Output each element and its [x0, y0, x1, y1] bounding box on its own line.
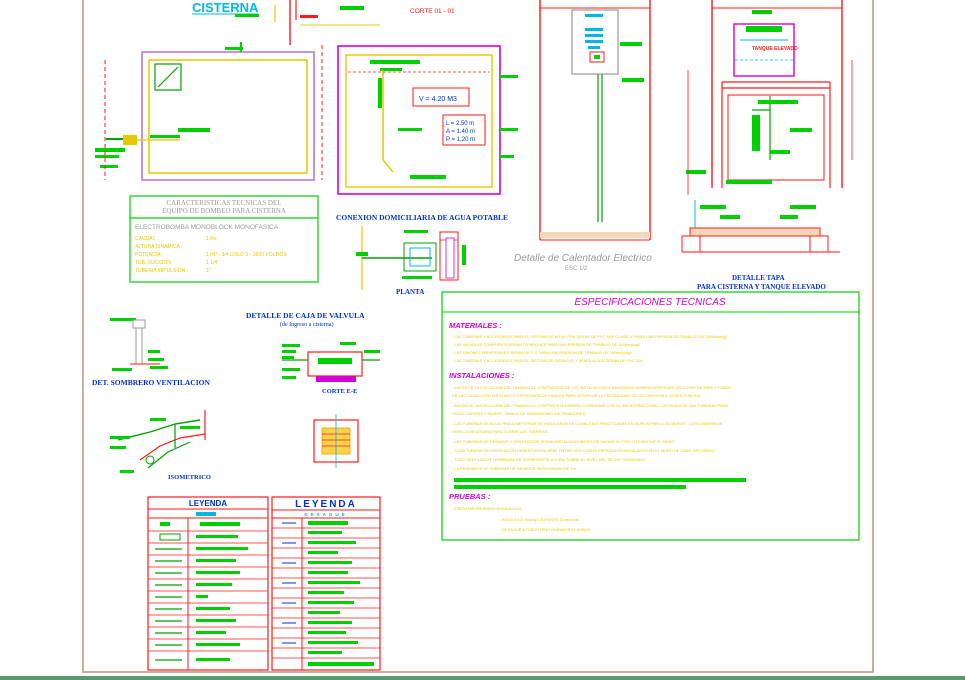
- cisterna-plan: [95, 42, 323, 181]
- spec-succion: TUB. SUCCION :: [135, 260, 174, 266]
- volume-label: V = 4.20 M3: [419, 96, 457, 103]
- leyenda-title-agua: LEYENDA: [189, 499, 227, 508]
- materiales-heading: MATERIALES :: [449, 321, 502, 330]
- caja-valvula-plan: [313, 414, 359, 468]
- materiales-line: - LAS UNIONES UNIVERSALES SERAN DE F.G. …: [452, 350, 632, 355]
- specs-title: ESPECIFICACIONES TECNICAS: [574, 297, 725, 308]
- pruebas-line: - DESAGUE A TUBO LLENO DURANTE 24 HORAS: [500, 527, 591, 532]
- detalle-tapa-title-1: DETALLE TAPA: [732, 274, 785, 282]
- caract-title-1: CARACTERISTICAS TECNICAS DEL: [167, 199, 282, 207]
- spec-caudal: CAUDAL :: [135, 236, 158, 242]
- detalle-tapa: [681, 200, 840, 253]
- calentador-detail: [539, 0, 651, 241]
- detalle-caja-subtitle: (de Ingreso a cisterna): [280, 321, 333, 328]
- leyenda-table-agua: [147, 496, 269, 671]
- especificaciones-panel: [441, 291, 860, 541]
- calentador-scale: ESC 1/2: [565, 266, 588, 272]
- planta-label: PLANTA: [396, 288, 424, 296]
- spec-potencia: POTENCIA :: [135, 252, 163, 258]
- isometrico-label: ISOMETRICO: [168, 474, 211, 481]
- conexion-detail: [356, 226, 466, 290]
- caja-valvula-section: [282, 342, 380, 382]
- instalaciones-line: - LAS TUBERIAS DE AGUA FRIA A EMPOTRAR S…: [452, 421, 723, 426]
- caract-title-2: EQUIPO DE BOMBEO PARA CISTERNA: [162, 207, 286, 215]
- instalaciones-line: - LAS TUBERIAS DE DESAGUE Y VENTILACION …: [452, 439, 674, 444]
- pruebas-line: - AGUA A 100 lb/pulg2 DURANTE 15 minutos: [500, 517, 579, 522]
- instalaciones-line: VIGAS, ZAPATAS Y MUROS , ANALIS DE DIMEN…: [452, 411, 586, 416]
- instalaciones-line: SERA LA NECESARIA PARA CUBRIR LAS TUBERI…: [452, 429, 548, 434]
- tanque-elevado: [686, 0, 853, 195]
- instalaciones-line: - ANTES DE LA EJECUCION DEL TRABAJO EL C…: [452, 403, 728, 408]
- pruebas-heading: PRUEBAS :: [449, 492, 491, 501]
- pruebas-line: - EJECUTAR PRUEBAS HIDRAULICAS: [452, 506, 522, 511]
- spec-succion-value: 1 1/4": [206, 260, 219, 266]
- instalaciones-line: - TODO VENTILADOR TERMINARA EN SOMBRERET…: [452, 457, 645, 462]
- pruebas-lines: - EJECUTAR PRUEBAS HIDRAULICAS - AGUA A …: [452, 506, 591, 532]
- desague-subtitle: DESAGUE: [304, 512, 347, 517]
- instalaciones-line: - TODA TUBERIA DE VENTILACION DEBERA INS…: [452, 448, 715, 453]
- spec-impulsion-value: 1": [206, 268, 211, 274]
- instalaciones-line: DE LAS CAJAS CON LOS PLANOS TOPOGRAFICOS…: [452, 393, 701, 398]
- calentador-title: Detalle de Calentador Electrico: [514, 253, 652, 264]
- dim-a: A = 1.40 m: [446, 129, 475, 135]
- corte-label: CORTE 01 - 01: [410, 8, 455, 15]
- corte-ee-label: CORTE E-E: [322, 388, 357, 395]
- instalaciones-lines: - ANTES DE LA EJECUCION DEL TRABAJO EL C…: [452, 385, 731, 471]
- spec-altura: ALTURA DINAMICA :: [135, 244, 182, 250]
- materiales-line: - LAS VALVULAS COMPUERTA SERAN DE BRONCE…: [452, 342, 640, 347]
- conexion-title: CONEXION DOMICILIARIA DE AGUA POTABLE: [336, 213, 508, 222]
- dim-p: P = 1.20 m: [446, 137, 475, 143]
- sombrero-ventilacion: [110, 318, 168, 371]
- materiales-line: - LAS TUBERIAS Y ACCESORIOS PARA EL SIST…: [452, 358, 644, 363]
- materiales-lines: - LAS TUBERIAS Y ACCESORIOS PARA EL SIST…: [452, 334, 727, 363]
- bottom-band: [0, 676, 965, 680]
- cisterna-title: CISTERNA: [192, 0, 259, 15]
- leyenda-table-desague: [271, 496, 381, 671]
- instalaciones-line: - ANTES DE LA EJECUCION DEL TRABAJO EL C…: [452, 385, 731, 390]
- cisterna-section: [337, 45, 518, 195]
- detalle-tapa-title-2: PARA CISTERNA Y TANQUE ELEVADO: [697, 283, 826, 291]
- spec-caudal-value: 1 lt/s: [206, 236, 217, 242]
- isometrico: [110, 410, 206, 473]
- sombrero-title: DET. SOMBRERO VENTILACION: [92, 378, 210, 387]
- leyenda-title-desague: LEYENDA: [295, 499, 357, 510]
- instalaciones-heading: INSTALACIONES :: [449, 371, 515, 380]
- tanque-label: TANQUE ELEVADO: [752, 46, 798, 52]
- instalaciones-line: - LA PENDIENTE DE TUBERIAS DE DESAGUE SE…: [452, 466, 577, 471]
- dim-l: L = 2.50 m: [446, 121, 474, 127]
- materiales-line: - LAS TUBERIAS Y ACCESORIOS PARA EL SIST…: [452, 334, 727, 339]
- electrobomba-label: ELECTROBOMBA MONOBLOCK MONOFASICA: [135, 224, 279, 231]
- spec-potencia-value: 1 HP - 3/4 COLD S - 3500 VOLTIOS: [206, 252, 287, 258]
- detalle-caja-title: DETALLE DE CAJA DE VALVULA: [246, 311, 365, 320]
- spec-impulsion: TUBERIA IMPULSION :: [135, 268, 188, 274]
- cad-drawing-sheet: CISTERNA CORTE 01 - 01 V = 4.20 M3 L = 2…: [0, 0, 965, 680]
